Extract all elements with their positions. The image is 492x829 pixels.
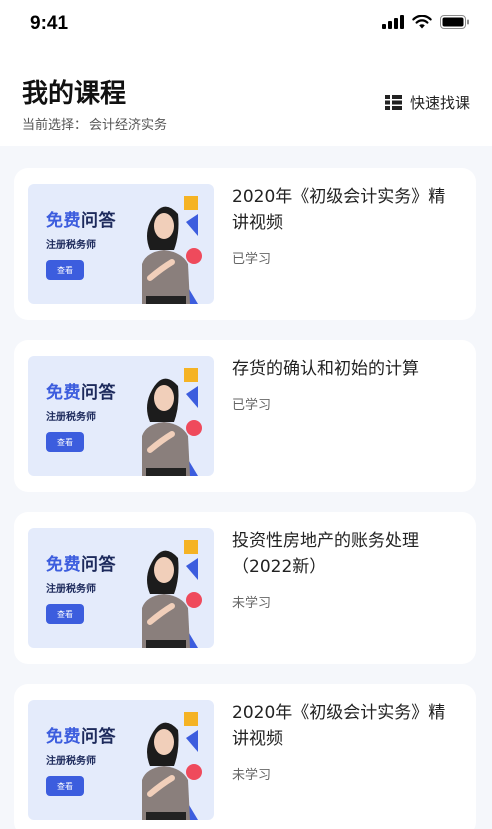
quick-find-label: 快速找课 (409, 94, 470, 112)
thumbnail-subtitle: 注册税务师 (46, 412, 96, 423)
wifi-icon (412, 15, 432, 29)
battery-icon (440, 15, 469, 29)
instructor-figure (142, 712, 202, 820)
course-status: 未学习 (232, 596, 272, 611)
course-card[interactable]: 免费问答 注册税务师 查看 存货的确认和初始的计算 已学习 (14, 340, 476, 492)
status-bar: 9:41 (0, 0, 492, 48)
course-status: 未学习 (232, 768, 272, 783)
status-icons (382, 15, 470, 29)
instructor-figure (142, 368, 202, 476)
top-section: 9:41 我的课程 当前选择： 会计经济实务 快速找课 (0, 0, 492, 146)
grid-list-icon (384, 95, 402, 110)
page-header: 我的课程 当前选择： 会计经济实务 快速找课 (0, 48, 492, 146)
thumbnail-title: 免费问答 (46, 383, 116, 403)
current-selection-label: 当前选择： (22, 118, 88, 133)
instructor-figure (142, 540, 202, 648)
thumbnail-view-button[interactable]: 查看 (46, 776, 84, 796)
course-card[interactable]: 免费问答 注册税务师 查看 投资性房地产的账务处理（2022新） 未学习 (14, 512, 476, 664)
thumbnail-view-button[interactable]: 查看 (46, 260, 84, 280)
thumbnail-view-button[interactable]: 查看 (46, 432, 84, 452)
course-thumbnail[interactable]: 免费问答 注册税务师 查看 (28, 184, 214, 304)
thumbnail-title: 免费问答 (46, 211, 116, 231)
current-selection-value[interactable]: 会计经济实务 (89, 118, 167, 133)
instructor-figure (142, 196, 202, 304)
thumbnail-title: 免费问答 (46, 555, 116, 575)
course-card[interactable]: 免费问答 注册税务师 查看 2020年《初级会计实务》精讲视频 未学习 (14, 684, 476, 829)
course-title: 投资性房地产的账务处理（2022新） (232, 531, 419, 577)
course-title: 存货的确认和初始的计算 (232, 359, 419, 379)
course-title: 2020年《初级会计实务》精讲视频 (232, 187, 446, 233)
course-status: 已学习 (232, 398, 272, 413)
quick-find-button[interactable]: 快速找课 (384, 92, 470, 113)
course-thumbnail[interactable]: 免费问答 注册税务师 查看 (28, 356, 214, 476)
status-time: 9:41 (30, 13, 69, 34)
thumbnail-subtitle: 注册税务师 (46, 584, 96, 595)
page-title: 我的课程 (22, 79, 127, 109)
course-title: 2020年《初级会计实务》精讲视频 (232, 703, 446, 749)
thumbnail-title: 免费问答 (46, 727, 116, 747)
course-card[interactable]: 免费问答 注册税务师 查看 2020年《初级会计实务》精讲视频 已学习 (14, 168, 476, 320)
thumbnail-subtitle: 注册税务师 (46, 240, 96, 251)
current-selection: 当前选择： 会计经济实务 (22, 114, 167, 133)
course-thumbnail[interactable]: 免费问答 注册税务师 查看 (28, 700, 214, 820)
course-status: 已学习 (232, 252, 272, 267)
thumbnail-subtitle: 注册税务师 (46, 756, 96, 767)
signal-icon (382, 15, 404, 29)
course-thumbnail[interactable]: 免费问答 注册税务师 查看 (28, 528, 214, 648)
thumbnail-view-button[interactable]: 查看 (46, 604, 84, 624)
